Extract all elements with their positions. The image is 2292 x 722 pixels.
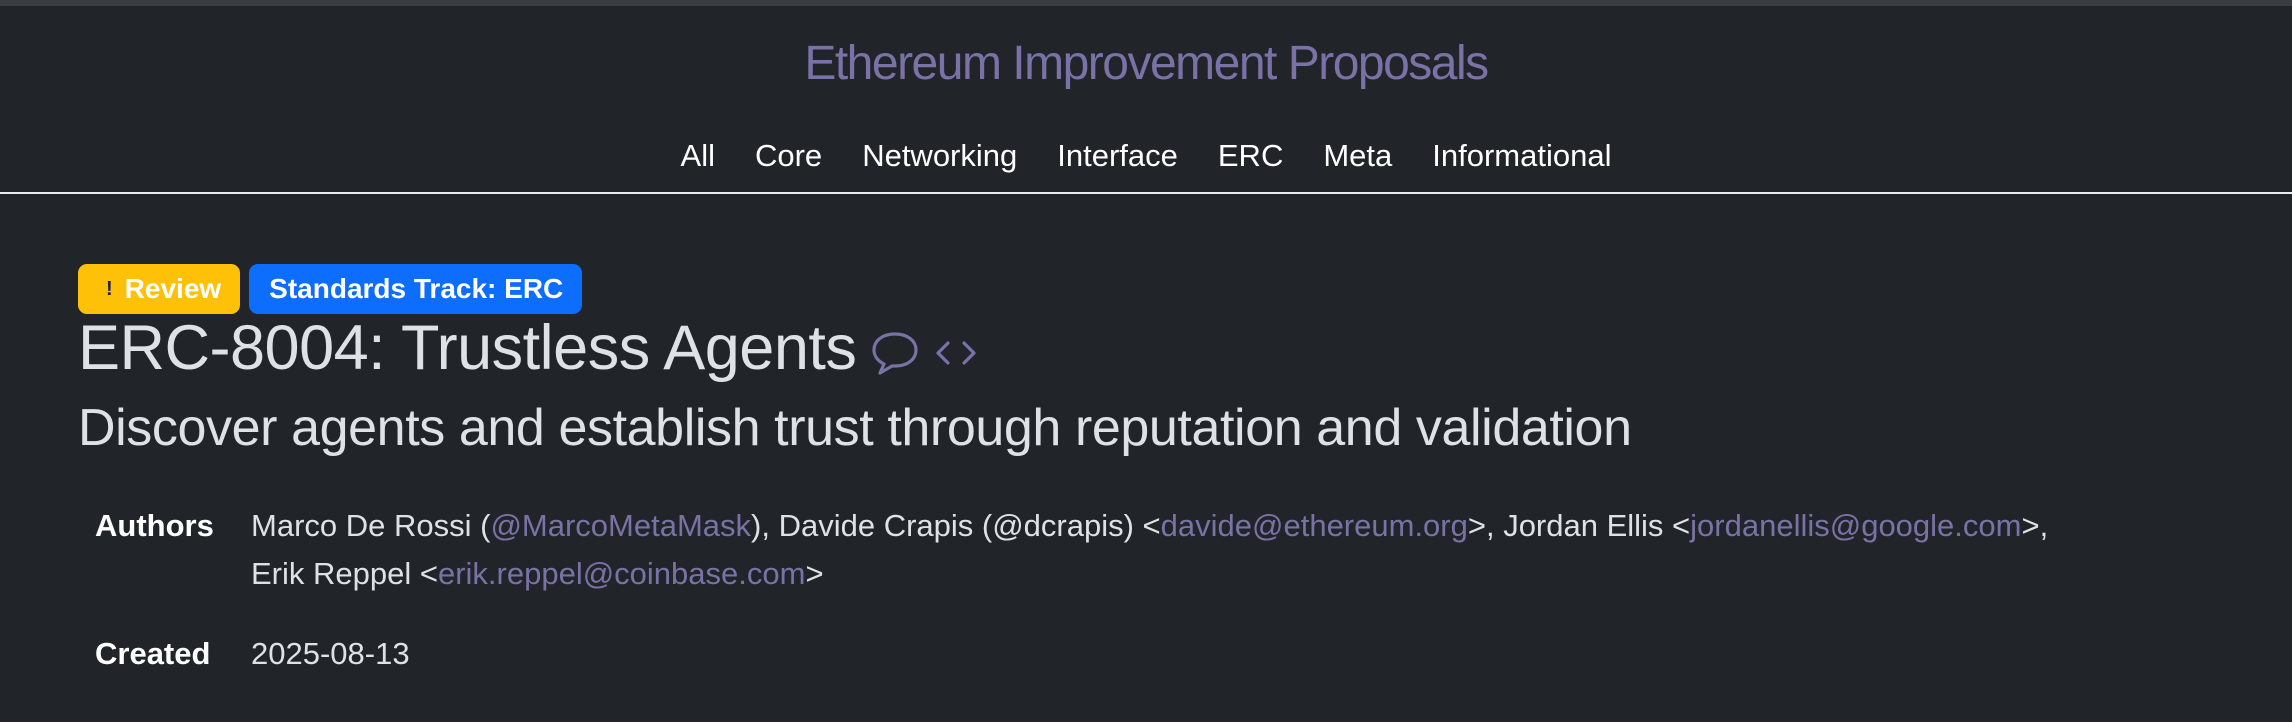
nav-item-all[interactable]: All xyxy=(681,138,715,174)
site-header: Ethereum Improvement Proposals All Core … xyxy=(0,6,2292,194)
source-code-icon[interactable] xyxy=(934,338,978,373)
author-text: Marco De Rossi ( xyxy=(251,508,491,543)
site-title-link[interactable]: Ethereum Improvement Proposals xyxy=(0,36,2292,91)
authors-value: Marco De Rossi (@MarcoMetaMask), Davide … xyxy=(251,502,2211,598)
warning-icon: ! xyxy=(106,277,113,300)
author-text: >, xyxy=(2021,508,2049,543)
author-text: >, Jordan Ellis < xyxy=(1467,508,1691,543)
badge-row: ! Review Standards Track: ERC xyxy=(78,264,583,314)
track-badge[interactable]: Standards Track: ERC xyxy=(249,264,583,314)
author-email-link[interactable]: erik.reppel@coinbase.com xyxy=(438,556,805,591)
status-badge-review[interactable]: ! Review xyxy=(78,264,241,314)
discussion-icon[interactable] xyxy=(870,330,920,381)
status-badge-label: Review xyxy=(124,273,222,304)
author-text: Erik Reppel < xyxy=(251,556,438,591)
preamble-table: Authors Marco De Rossi (@MarcoMetaMask),… xyxy=(95,502,2211,678)
nav-item-erc[interactable]: ERC xyxy=(1218,138,1283,174)
authors-row: Authors Marco De Rossi (@MarcoMetaMask),… xyxy=(95,502,2211,598)
author-text: ), Davide Crapis (@dcrapis) < xyxy=(751,508,1161,543)
created-row: Created 2025-08-13 xyxy=(95,630,2211,678)
author-github-link[interactable]: @MarcoMetaMask xyxy=(490,508,751,543)
nav-item-core[interactable]: Core xyxy=(755,138,822,174)
author-email-link[interactable]: jordanellis@google.com xyxy=(1690,508,2021,543)
author-text: > xyxy=(805,556,824,591)
title-icons xyxy=(870,330,978,381)
category-nav: All Core Networking Interface ERC Meta I… xyxy=(0,138,2292,174)
nav-item-networking[interactable]: Networking xyxy=(862,138,1017,174)
title-row: ERC-8004: Trustless Agents xyxy=(78,312,978,384)
page-title: ERC-8004: Trustless Agents xyxy=(78,313,857,383)
created-label: Created xyxy=(95,636,211,671)
author-email-link[interactable]: davide@ethereum.org xyxy=(1161,508,1468,543)
nav-item-interface[interactable]: Interface xyxy=(1057,138,1178,174)
page-subtitle: Discover agents and establish trust thro… xyxy=(78,399,1632,457)
authors-label: Authors xyxy=(95,508,214,543)
nav-item-meta[interactable]: Meta xyxy=(1323,138,1392,174)
nav-item-informational[interactable]: Informational xyxy=(1432,138,1611,174)
created-value: 2025-08-13 xyxy=(251,636,410,671)
